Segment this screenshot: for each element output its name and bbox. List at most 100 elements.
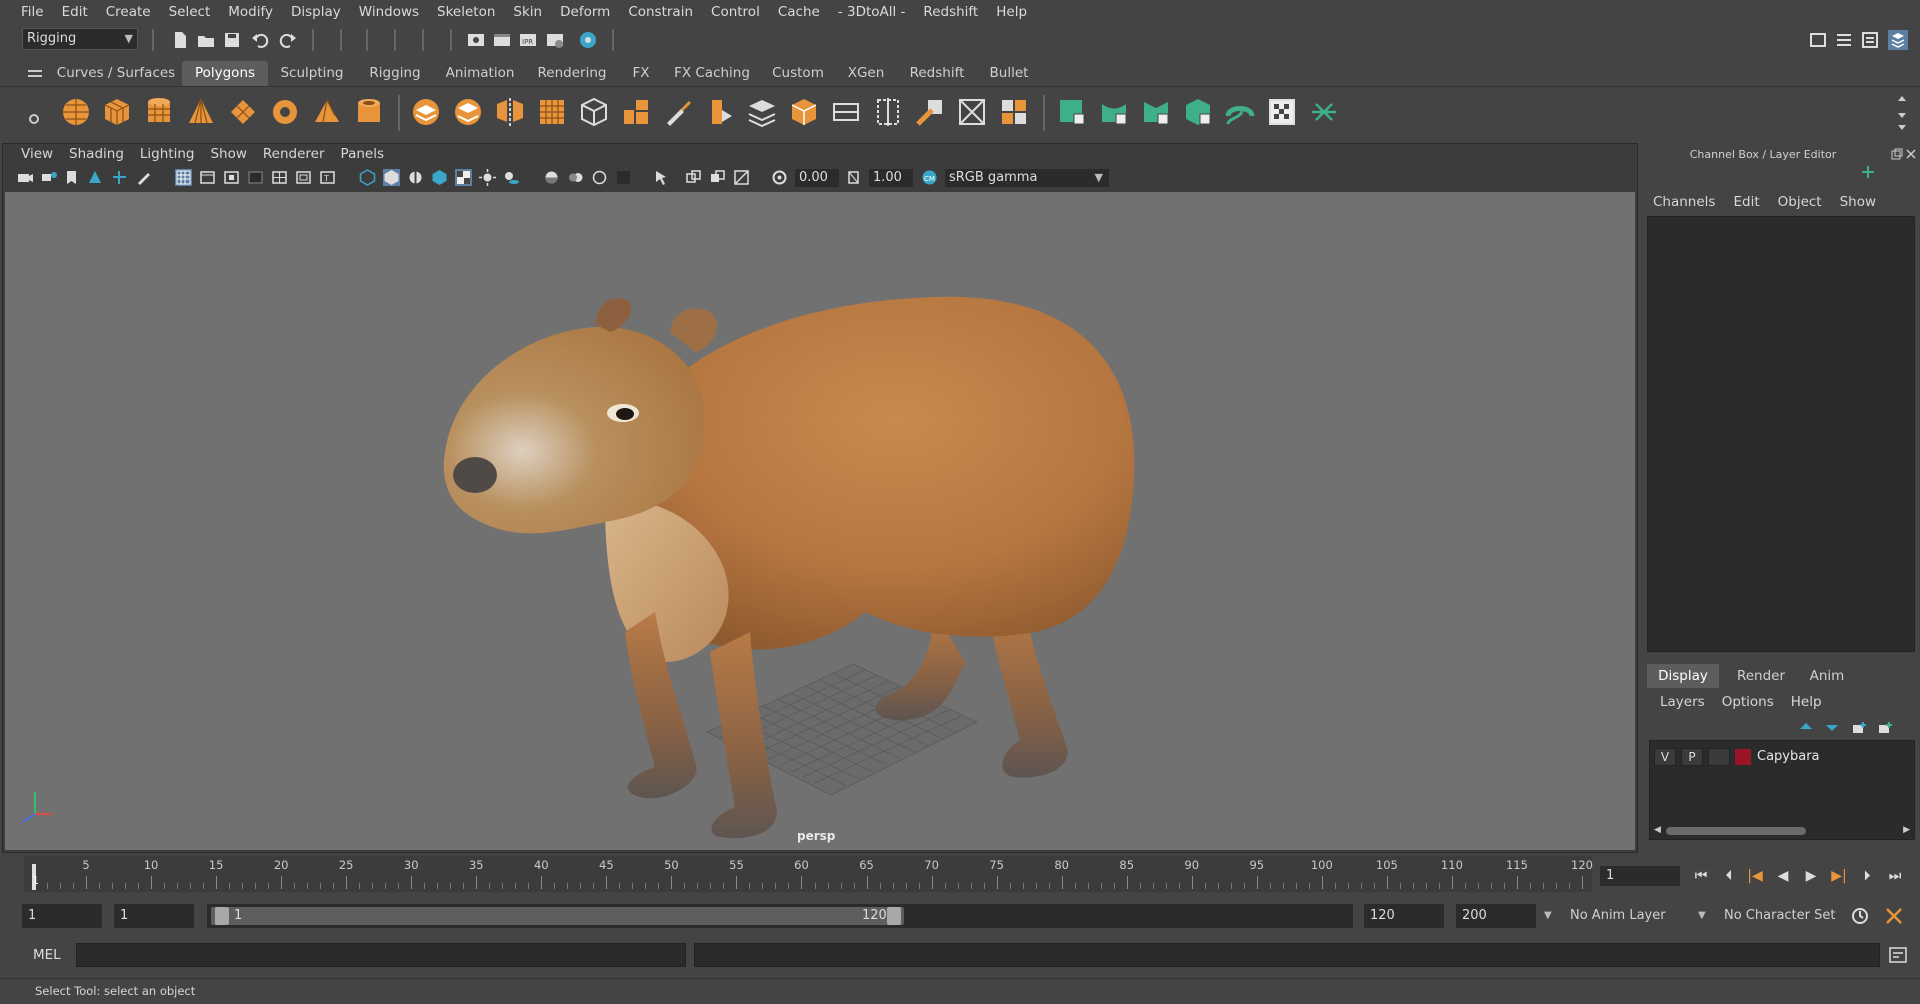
shelf-scroll-icon[interactable] — [1896, 93, 1908, 133]
tool-settings-icon[interactable] — [1860, 30, 1880, 50]
render-view-icon[interactable] — [466, 30, 486, 50]
step-forward-key-icon[interactable]: ▶| — [1828, 865, 1850, 887]
channel-box-menu-channels[interactable]: Channels — [1653, 194, 1733, 210]
smooth-icon[interactable] — [536, 96, 568, 128]
menu-edit[interactable]: Edit — [53, 0, 97, 25]
symmetry-icon[interactable] — [1308, 96, 1340, 128]
xray-joints-icon[interactable] — [709, 169, 726, 186]
reverse-normals-icon[interactable] — [1224, 96, 1256, 128]
channel-box-menu-show[interactable]: Show — [1840, 194, 1894, 210]
screen-space-ao-icon[interactable] — [543, 169, 560, 186]
gate-mask-icon[interactable] — [247, 169, 264, 186]
menu-create[interactable]: Create — [97, 0, 160, 25]
play-forwards-icon[interactable]: ▶ — [1800, 865, 1822, 887]
menu-help[interactable]: Help — [987, 0, 1036, 25]
channel-box-menu-edit[interactable]: Edit — [1733, 194, 1777, 210]
layer-display-type-toggle[interactable] — [1708, 747, 1730, 766]
bevel-icon[interactable] — [704, 96, 736, 128]
modeling-toolkit-icon[interactable] — [1808, 30, 1828, 50]
image-plane-icon[interactable] — [87, 169, 104, 186]
new-layer-icon[interactable] — [1851, 721, 1867, 735]
bridge-icon[interactable] — [746, 96, 778, 128]
exposure-field[interactable]: 0.00 — [795, 169, 839, 187]
scrollbar-thumb[interactable] — [1666, 827, 1806, 835]
safe-action-icon[interactable] — [295, 169, 312, 186]
current-frame-field[interactable]: 1 — [1600, 866, 1680, 886]
planar-uv-icon[interactable] — [914, 96, 946, 128]
layer-menu-help[interactable]: Help — [1791, 694, 1839, 710]
range-start-handle[interactable] — [215, 907, 229, 925]
menu-file[interactable]: File — [12, 0, 53, 25]
conform-icon[interactable] — [1182, 96, 1214, 128]
poly-pipe-icon[interactable] — [353, 96, 385, 128]
use-all-lights-icon[interactable] — [479, 169, 496, 186]
layer-tab-display[interactable]: Display — [1647, 664, 1719, 688]
new-scene-icon[interactable] — [170, 30, 190, 50]
viewport-menu-panels[interactable]: Panels — [333, 146, 392, 162]
layer-tab-render[interactable]: Render — [1725, 664, 1797, 688]
camera-icon[interactable] — [17, 169, 34, 186]
default-material-icon[interactable] — [407, 169, 424, 186]
menu-cache[interactable]: Cache — [769, 0, 829, 25]
scroll-left-icon[interactable]: ◀ — [1654, 825, 1661, 835]
menu-redshift[interactable]: Redshift — [914, 0, 987, 25]
menu-control[interactable]: Control — [702, 0, 769, 25]
channel-box-menu-object[interactable]: Object — [1778, 194, 1840, 210]
append-icon[interactable] — [788, 96, 820, 128]
checker-icon[interactable] — [1266, 96, 1298, 128]
animation-start-field[interactable]: 1 — [22, 904, 102, 928]
layer-menu-options[interactable]: Options — [1722, 694, 1791, 710]
manipulator-icon[interactable] — [1861, 165, 1875, 179]
shelf-tab-animation[interactable]: Animation — [440, 61, 520, 86]
resolution-gate-icon[interactable] — [223, 169, 240, 186]
viewport-menu-renderer[interactable]: Renderer — [255, 146, 333, 162]
exposure-icon[interactable] — [771, 169, 788, 186]
undo-icon[interactable] — [250, 30, 270, 50]
hypershade-icon[interactable] — [578, 30, 598, 50]
layer-row[interactable]: V P Capybara — [1654, 746, 1910, 767]
menu-display[interactable]: Display — [282, 0, 350, 25]
go-to-end-icon[interactable]: ⏭ — [1884, 865, 1906, 887]
two-d-pan-zoom-icon[interactable] — [111, 169, 128, 186]
layer-color-swatch[interactable] — [1735, 748, 1751, 765]
move-layer-up-icon[interactable] — [1798, 721, 1814, 735]
safe-title-icon[interactable]: T — [319, 169, 336, 186]
reduce-icon[interactable] — [578, 96, 610, 128]
poly-torus-icon[interactable] — [269, 96, 301, 128]
poly-cylinder-icon[interactable] — [143, 96, 175, 128]
chevron-down-icon[interactable]: ▼ — [1698, 904, 1706, 928]
render-settings-icon[interactable] — [545, 30, 565, 50]
step-forward-frame-icon[interactable]: ⏵ — [1856, 865, 1878, 887]
insert-edge-loop-icon[interactable] — [872, 96, 904, 128]
menu-skeleton[interactable]: Skeleton — [428, 0, 504, 25]
multi-cut-icon[interactable] — [662, 96, 694, 128]
script-language-toggle[interactable]: MEL — [33, 941, 61, 969]
menu-deform[interactable]: Deform — [551, 0, 619, 25]
range-slider-fill[interactable] — [211, 907, 904, 925]
shelf-tab-bullet[interactable]: Bullet — [980, 61, 1038, 86]
range-end-handle[interactable] — [887, 907, 901, 925]
gear-icon[interactable] — [28, 113, 40, 125]
save-scene-icon[interactable] — [222, 30, 242, 50]
ipr-render-icon[interactable]: IPR — [518, 30, 538, 50]
play-backwards-icon[interactable]: ◀ — [1772, 865, 1794, 887]
smooth-shade-icon[interactable] — [383, 169, 400, 186]
step-back-key-icon[interactable]: |◀ — [1744, 865, 1766, 887]
shelf-tab-sculpting[interactable]: Sculpting — [274, 61, 350, 86]
menu-constrain[interactable]: Constrain — [619, 0, 702, 25]
shelf-tab-curves-surfaces[interactable]: Curves / Surfaces — [56, 61, 176, 86]
playback-end-field[interactable]: 120 — [1364, 904, 1444, 928]
combine-icon[interactable] — [410, 96, 442, 128]
separate-icon[interactable] — [452, 96, 484, 128]
range-slider[interactable]: 1 120 — [207, 904, 1353, 928]
uv-editor-icon[interactable] — [998, 96, 1030, 128]
poly-cone-icon[interactable] — [185, 96, 217, 128]
layer-menu-layers[interactable]: Layers — [1660, 694, 1722, 710]
harden-edge-icon[interactable] — [1140, 96, 1172, 128]
viewport-menu-shading[interactable]: Shading — [61, 146, 132, 162]
layer-playback-toggle[interactable]: P — [1681, 747, 1703, 766]
textured-icon[interactable] — [455, 169, 472, 186]
open-scene-icon[interactable] — [196, 30, 216, 50]
menu-select[interactable]: Select — [160, 0, 220, 25]
wireframe-on-shaded-icon[interactable] — [431, 169, 448, 186]
